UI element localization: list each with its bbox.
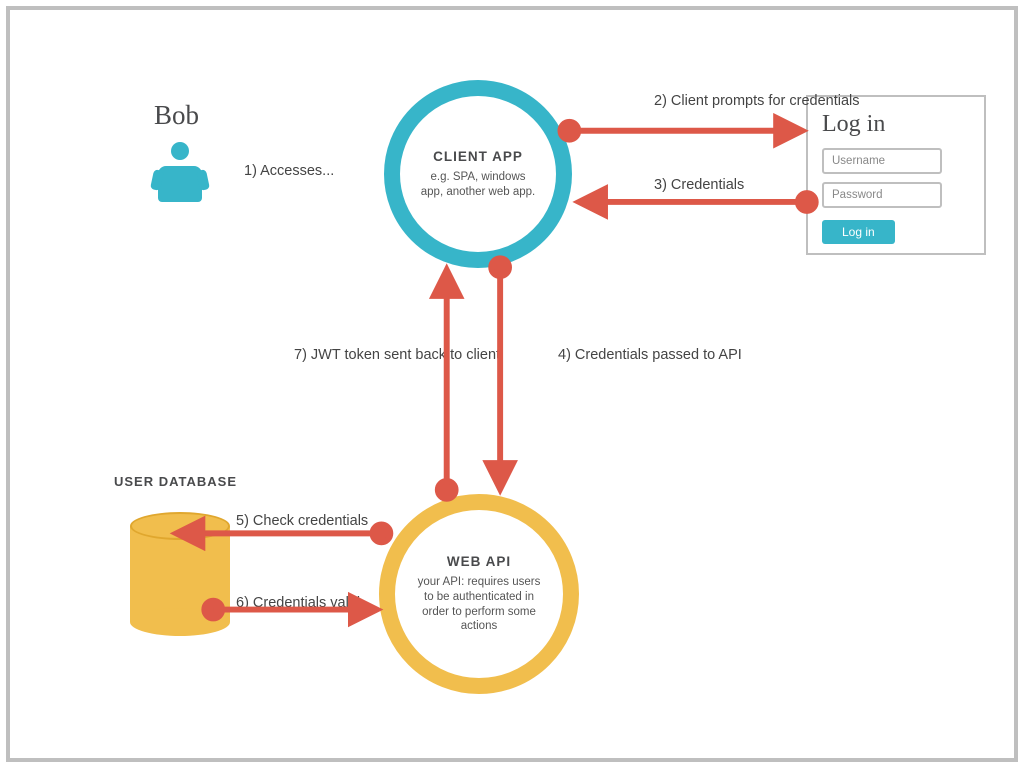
node-client-app: CLIENT APP e.g. SPA, windows app, anothe… <box>384 80 572 268</box>
step-5-label: 5) Check credentials <box>236 512 368 532</box>
step-2-label: 2) Client prompts for credentials <box>654 92 860 112</box>
step-4-label: 4) Credentials passed to API <box>558 346 742 366</box>
person-icon <box>150 142 210 222</box>
node-database-title: USER DATABASE <box>114 474 237 489</box>
node-client-subtitle: e.g. SPA, windows app, another web app. <box>420 170 536 200</box>
node-web-api: WEB API your API: requires users to be a… <box>379 494 579 694</box>
login-panel: Log in Username Password Log in <box>806 95 986 255</box>
step-1-label: 1) Accesses... <box>244 162 334 182</box>
node-api-title: WEB API <box>447 554 511 569</box>
database-icon <box>130 512 230 636</box>
actor-name: Bob <box>154 100 199 131</box>
node-api-subtitle: your API: requires users to be authentic… <box>415 575 543 635</box>
diagram-canvas: Bob CLIENT APP e.g. SPA, windows app, an… <box>14 14 1010 754</box>
node-client-title: CLIENT APP <box>433 149 523 164</box>
password-field: Password <box>822 182 942 208</box>
step-7-label: 7) JWT token sent back to client <box>294 346 500 366</box>
login-button: Log in <box>822 220 895 244</box>
login-title: Log in <box>822 111 970 138</box>
diagram-frame: Bob CLIENT APP e.g. SPA, windows app, an… <box>6 6 1018 762</box>
step-6-label: 6) Credentials valid <box>236 594 360 614</box>
username-field: Username <box>822 148 942 174</box>
step-3-label: 3) Credentials <box>654 176 744 196</box>
